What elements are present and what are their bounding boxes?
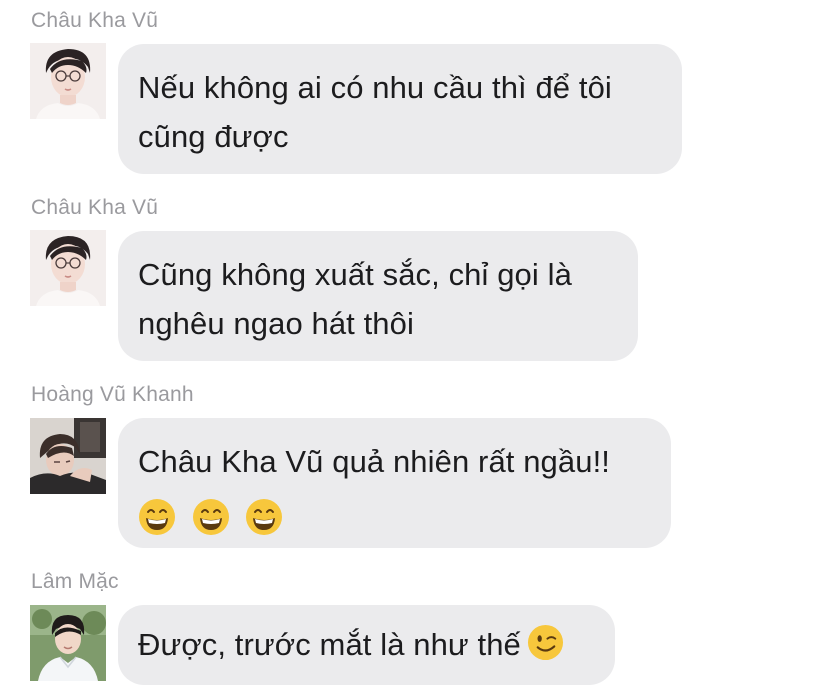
message-text: Châu Kha Vũ quả nhiên rất ngầu!! <box>138 444 610 479</box>
message-bubble[interactable]: Được, trước mắt là như thế <box>118 605 615 685</box>
avatar-hoang-vu-khanh-icon <box>30 418 106 494</box>
message-text: Được, trước mắt là như thế <box>138 620 595 669</box>
sender-name[interactable]: Hoàng Vũ Khanh <box>31 383 194 407</box>
avatar-chau-kha-vu-icon <box>30 43 106 119</box>
message-text: Nếu không ai có nhu cầu thì để tôi <box>138 70 612 105</box>
message-text: Cũng không xuất sắc, chỉ gọi là <box>138 257 572 292</box>
sender-name[interactable]: Lâm Mặc <box>31 570 119 594</box>
message-text: nghêu ngao hát thôi <box>138 306 414 341</box>
avatar-chau-kha-vu-icon <box>30 230 106 306</box>
avatar[interactable] <box>30 43 106 119</box>
winking-face-icon <box>527 624 563 661</box>
message-bubble[interactable]: Châu Kha Vũ quả nhiên rất ngầu!! <box>118 418 671 548</box>
grinning-face-icon <box>192 498 229 535</box>
sender-name[interactable]: Châu Kha Vũ <box>31 9 158 33</box>
grinning-face-icon <box>139 498 175 535</box>
avatar[interactable] <box>30 418 106 494</box>
message-bubble[interactable]: Cũng không xuất sắc, chỉ gọi là nghêu ng… <box>118 231 638 361</box>
sender-name[interactable]: Châu Kha Vũ <box>31 196 158 220</box>
emoji-row <box>138 486 651 539</box>
chat-screen: { "messages": [ { "sender": "Châu Kha Vũ… <box>0 0 828 699</box>
message-text: cũng được <box>138 119 289 154</box>
avatar[interactable] <box>30 230 106 306</box>
message-text-content: Được, trước mắt là như thế <box>138 627 521 662</box>
message-bubble[interactable]: Nếu không ai có nhu cầu thì để tôi cũng … <box>118 44 682 174</box>
avatar-lam-mac-icon <box>30 605 106 681</box>
grinning-face-icon <box>246 498 283 535</box>
avatar[interactable] <box>30 605 106 681</box>
